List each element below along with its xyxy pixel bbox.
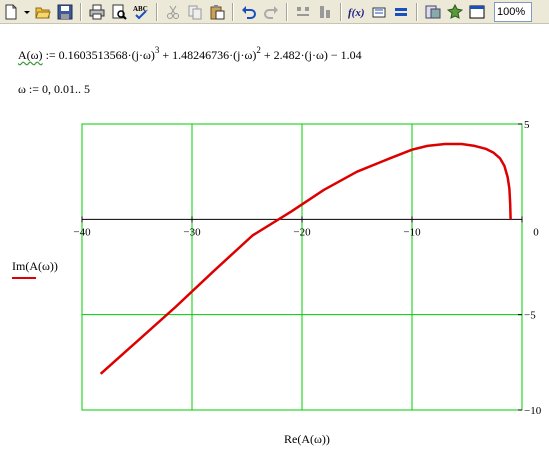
- x-axis-label[interactable]: Re(A(ω)): [284, 432, 330, 446]
- xy-plot[interactable]: −40 −30 −20 −10 0 5 −5 −10 Im(A(ω)) Re(A(ω)): [0, 0, 549, 458]
- y-axis-label[interactable]: Im(A(ω)): [12, 259, 58, 273]
- y-tick-label: −10: [524, 405, 542, 417]
- x-tick-label: 0: [533, 226, 539, 238]
- y-tick-label: −5: [524, 310, 536, 322]
- x-tick-label: −20: [293, 226, 311, 238]
- x-tick-label: −30: [183, 226, 201, 238]
- y-tick-label: 5: [524, 119, 530, 131]
- plot-grid: [81, 123, 523, 411]
- x-tick-label: −40: [73, 226, 91, 238]
- x-tick-label: −10: [403, 226, 421, 238]
- series-line: [99, 142, 512, 375]
- plot-trace: [99, 142, 512, 375]
- plot-tick-labels: −40 −30 −20 −10 0 5 −5 −10: [73, 119, 541, 417]
